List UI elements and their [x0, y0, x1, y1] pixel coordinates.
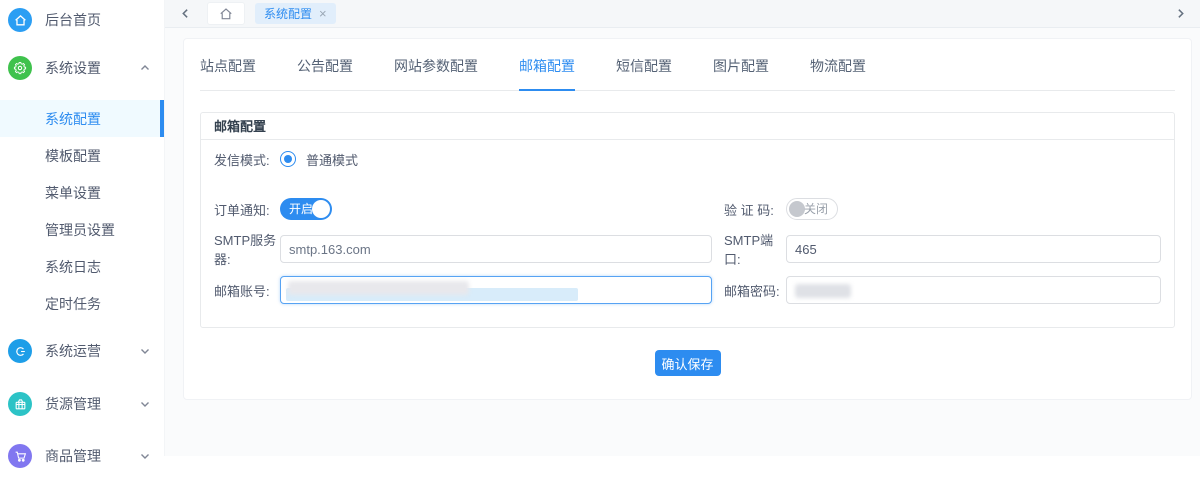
sidebar-item-system-settings[interactable]: 系统设置 [0, 46, 164, 90]
settings-card: 站点配置 公告配置 网站参数配置 邮箱配置 短信配置 图片配置 物流配置 邮箱配… [183, 38, 1192, 400]
sidebar-item-label: 商品管理 [45, 448, 101, 464]
sidebar-item-system-config[interactable]: 系统配置 [0, 100, 164, 137]
tab-email-config[interactable]: 邮箱配置 [519, 56, 575, 91]
main-area: 系统配置 × 站点配置 公告配置 网站参数配置 邮箱配置 短信配置 图片配置 物… [165, 0, 1200, 456]
tag-bar: 系统配置 × [165, 0, 1200, 28]
sidebar-item-label: 系统配置 [45, 110, 101, 127]
sidebar-item-label: 管理员设置 [45, 221, 115, 238]
tab-site-config[interactable]: 站点配置 [200, 56, 256, 90]
chevron-up-icon [140, 63, 150, 73]
sidebar-item-admin-settings[interactable]: 管理员设置 [0, 211, 164, 248]
smtp-port-label: SMTP端口: [724, 233, 774, 267]
home-icon [220, 7, 232, 19]
sidebar-item-label: 系统设置 [45, 60, 101, 76]
chevron-down-icon [140, 451, 150, 461]
order-notify-label: 订单通知: [214, 202, 270, 218]
smtp-server-input[interactable] [280, 235, 712, 263]
tags-scroll-left-button[interactable] [177, 6, 193, 22]
switch-off-text: 关闭 [803, 202, 828, 216]
tab-site-params-config[interactable]: 网站参数配置 [394, 56, 478, 90]
send-mode-row: 发信模式: 普通模式 [214, 145, 1161, 173]
smtp-server-label: SMTP服务器: [214, 233, 277, 267]
sidebar-item-dashboard[interactable]: 后台首页 [0, 0, 164, 40]
sidebar-item-menu-settings[interactable]: 菜单设置 [0, 174, 164, 211]
supply-icon [8, 392, 32, 416]
radio-selected-icon [280, 151, 296, 167]
panel-body: 发信模式: 普通模式 订单通知: 开启 验 证 码: 关闭 SMTP服务器: s… [201, 140, 1174, 327]
switch-knob [312, 200, 330, 218]
content-area: 站点配置 公告配置 网站参数配置 邮箱配置 短信配置 图片配置 物流配置 邮箱配… [165, 28, 1200, 456]
sidebar-item-goods-management[interactable]: 商品管理 [0, 434, 164, 478]
sidebar-item-label: 后台首页 [45, 12, 101, 28]
sidebar-item-label: 货源管理 [45, 396, 101, 412]
switch-on-text: 开启 [289, 202, 314, 216]
tags-scroll-right-button[interactable] [1172, 6, 1188, 22]
open-tag-system-config[interactable]: 系统配置 × [255, 3, 336, 24]
tab-logistics-config[interactable]: 物流配置 [810, 56, 866, 90]
email-account-label: 邮箱账号: [214, 283, 270, 299]
tab-announcement-config[interactable]: 公告配置 [297, 56, 353, 90]
redacted-value [795, 284, 851, 298]
send-mode-radio[interactable]: 普通模式 [280, 150, 358, 169]
smtp-row: SMTP服务器: SMTP端口: [214, 233, 1161, 267]
config-tabs: 站点配置 公告配置 网站参数配置 邮箱配置 短信配置 图片配置 物流配置 [200, 39, 1175, 91]
sidebar: 后台首页 系统设置 系统配置 模板配置 菜单设置 管理员设置 系统日志 定时任务 [0, 0, 165, 468]
tag-label: 系统配置 [264, 7, 313, 21]
operations-icon [8, 339, 32, 363]
sidebar-item-label: 菜单设置 [45, 184, 101, 201]
sidebar-item-label: 系统运营 [45, 343, 101, 359]
sidebar-item-system-operations[interactable]: 系统运营 [0, 329, 164, 373]
sidebar-item-system-log[interactable]: 系统日志 [0, 248, 164, 285]
home-icon [8, 8, 32, 32]
sidebar-item-template-config[interactable]: 模板配置 [0, 137, 164, 174]
confirm-save-button[interactable]: 确认保存 [654, 350, 721, 376]
sidebar-item-label: 模板配置 [45, 147, 101, 164]
sidebar-item-label: 系统日志 [45, 258, 101, 275]
radio-option-label: 普通模式 [306, 152, 359, 168]
tab-image-config[interactable]: 图片配置 [713, 56, 769, 90]
gear-icon [8, 56, 32, 80]
close-icon[interactable]: × [319, 7, 327, 20]
sidebar-item-scheduled-tasks[interactable]: 定时任务 [0, 285, 164, 322]
panel-title: 邮箱配置 [201, 113, 1174, 140]
goods-icon [8, 444, 32, 468]
order-notify-switch[interactable]: 开启 [280, 198, 332, 220]
account-row: 邮箱账号: 邮箱密码: [214, 276, 1161, 304]
email-account-input[interactable] [280, 276, 712, 304]
redacted-value [288, 281, 469, 295]
chevron-down-icon [140, 399, 150, 409]
sidebar-item-label: 定时任务 [45, 295, 101, 312]
captcha-switch[interactable]: 关闭 [786, 198, 838, 220]
send-mode-label: 发信模式: [214, 152, 270, 168]
notify-captcha-row: 订单通知: 开启 验 证 码: 关闭 [214, 195, 1161, 223]
smtp-port-input[interactable] [786, 235, 1161, 263]
email-config-panel: 邮箱配置 发信模式: 普通模式 订单通知: 开启 验 证 码: 关闭 SMTP服… [200, 112, 1175, 328]
email-password-label: 邮箱密码: [724, 283, 780, 299]
switch-knob [789, 201, 805, 217]
sidebar-item-supply-management[interactable]: 货源管理 [0, 382, 164, 426]
tab-sms-config[interactable]: 短信配置 [616, 56, 672, 90]
home-tab-button[interactable] [207, 2, 245, 25]
chevron-down-icon [140, 346, 150, 356]
email-password-input[interactable] [786, 276, 1161, 304]
captcha-label: 验 证 码: [724, 202, 774, 218]
